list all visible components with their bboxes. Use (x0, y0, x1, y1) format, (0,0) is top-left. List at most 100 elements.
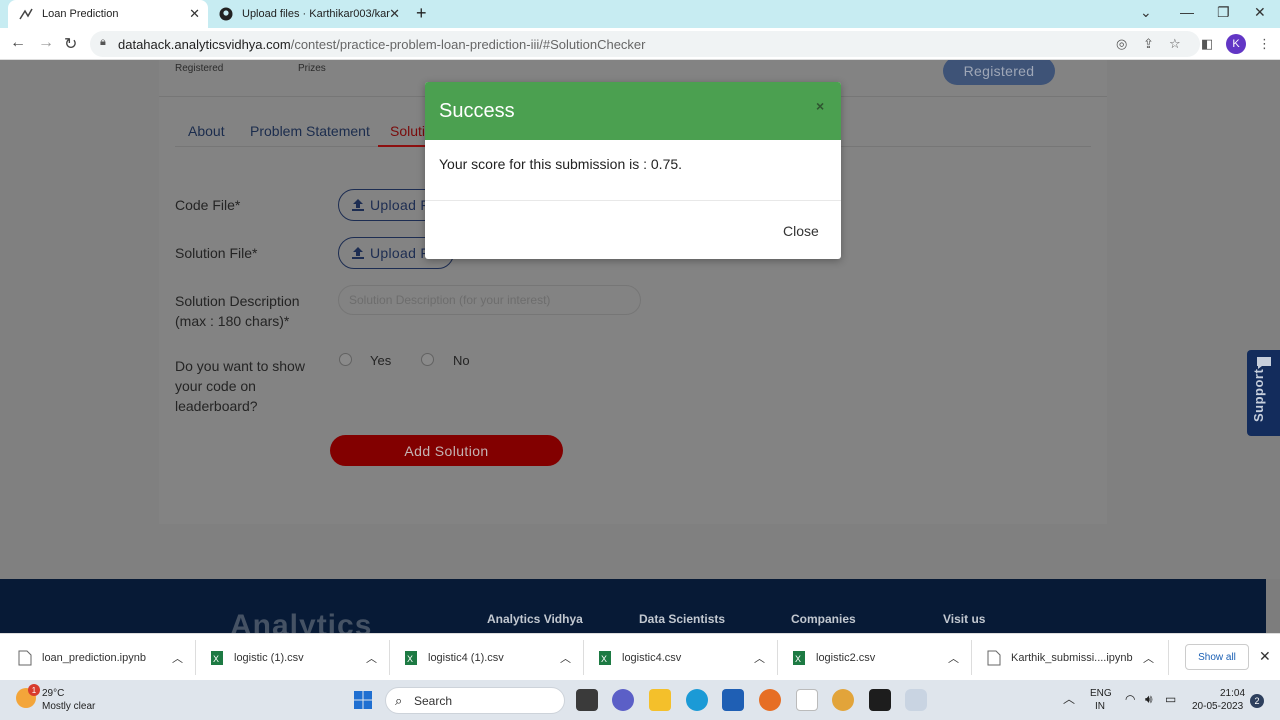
weather-alert-badge: 1 (28, 684, 40, 696)
download-item[interactable]: Karthik_submissi....ipynb (987, 634, 1133, 681)
tab-about[interactable]: About (188, 123, 225, 139)
solution-description-limit-label: (max : 180 chars)* (175, 313, 290, 329)
download-options-chevron-icon[interactable]: ︿ (1143, 634, 1154, 681)
footer-col-data-scientists[interactable]: Data Scientists (639, 612, 725, 626)
amazon-icon[interactable] (796, 689, 818, 711)
taskbar-search-label: Search (414, 693, 453, 708)
divider (971, 640, 972, 675)
divider (777, 640, 778, 675)
minimize-icon[interactable]: — (1180, 4, 1194, 20)
language-indicator[interactable]: ENG (1090, 688, 1112, 699)
radio-no[interactable] (421, 353, 434, 366)
svg-text:X: X (601, 654, 607, 664)
download-options-chevron-icon[interactable]: ︿ (948, 634, 959, 681)
show-code-question-line1: Do you want to show (175, 358, 305, 374)
download-item[interactable]: X logistic4.csv (598, 634, 681, 681)
download-filename: loan_prediction.ipynb (42, 651, 146, 664)
download-item[interactable]: X logistic4 (1).csv (404, 634, 504, 681)
tab-search-chevron-icon[interactable]: ⌄ (1140, 4, 1152, 21)
add-solution-button[interactable]: Add Solution (330, 435, 563, 466)
tab-solution-checker[interactable]: Soluti (390, 123, 425, 139)
modal-close-icon[interactable]: × (816, 98, 824, 114)
downloads-bar: loan_prediction.ipynb ︿ X logistic (1).c… (0, 633, 1280, 680)
microsoft-store-icon[interactable] (722, 689, 744, 711)
analytics-vidhya-favicon-icon (18, 6, 34, 22)
svg-text:X: X (795, 654, 801, 664)
tab-loan-prediction[interactable]: Loan Prediction ✕ (8, 0, 208, 28)
window-close-icon[interactable]: ✕ (1254, 4, 1266, 21)
dropbox-icon[interactable] (869, 689, 891, 711)
footer-col-companies[interactable]: Companies (791, 612, 856, 626)
download-options-chevron-icon[interactable]: ︿ (172, 634, 183, 681)
tab-close-icon[interactable]: ✕ (389, 6, 400, 22)
volume-icon[interactable]: 🔊︎ (1145, 692, 1153, 707)
tracking-eye-icon[interactable]: ◎ (1116, 36, 1127, 52)
scrollbar[interactable] (1266, 579, 1280, 633)
language-region: IN (1095, 701, 1105, 712)
download-options-chevron-icon[interactable]: ︿ (366, 634, 377, 681)
new-tab-icon[interactable]: + (416, 3, 427, 24)
chrome-icon[interactable] (832, 689, 854, 711)
download-item[interactable]: X logistic (1).csv (210, 634, 304, 681)
download-options-chevron-icon[interactable]: ︿ (560, 634, 571, 681)
teams-chat-icon[interactable] (612, 689, 634, 711)
registered-button[interactable]: Registered (943, 60, 1055, 85)
footer-col-analytics-vidhya[interactable]: Analytics Vidhya (487, 612, 583, 626)
windows-taskbar: 1 29°C Mostly clear ⌕ Search ︿ ENG IN ◠ … (0, 680, 1280, 720)
chrome-profile-active-icon[interactable] (905, 689, 927, 711)
wifi-icon[interactable]: ◠ (1125, 692, 1135, 706)
radio-yes-label: Yes (370, 353, 392, 368)
side-panel-icon[interactable]: ◧ (1201, 36, 1213, 52)
url-field[interactable]: 🔒︎ datahack.analyticsvidhya.com/contest/… (90, 31, 1200, 57)
profile-avatar[interactable]: K (1226, 34, 1246, 54)
lang-code: ENG (1090, 688, 1112, 699)
modal-divider (425, 200, 841, 201)
browser-tab-bar: Loan Prediction ✕ Upload files · Karthik… (0, 0, 1280, 28)
footer-col-visit-us[interactable]: Visit us (943, 612, 985, 626)
download-item[interactable]: loan_prediction.ipynb (18, 634, 146, 681)
support-tab[interactable]: Support (1247, 350, 1280, 436)
analytics-vidhya-logo: Analytics (230, 609, 373, 633)
url-path: /contest/practice-problem-loan-predictio… (290, 37, 646, 52)
success-modal: Success × Your score for this submission… (425, 82, 841, 259)
file-icon (18, 650, 32, 665)
windows-start-icon[interactable] (353, 690, 373, 710)
menu-kebab-icon[interactable]: ⋮ (1258, 36, 1271, 52)
share-icon[interactable]: ⇪ (1143, 36, 1154, 52)
reload-icon[interactable]: ↻ (64, 34, 77, 54)
modal-close-button[interactable]: Close (783, 223, 819, 239)
solution-description-input[interactable]: Solution Description (for your interest) (338, 285, 641, 315)
tab-problem-statement[interactable]: Problem Statement (250, 123, 370, 139)
download-options-chevron-icon[interactable]: ︿ (754, 634, 765, 681)
modal-message: Your score for this submission is : 0.75… (439, 156, 683, 172)
divider (1168, 640, 1169, 675)
bookmark-star-icon[interactable]: ☆ (1169, 36, 1181, 52)
url-host: datahack.analyticsvidhya.com (118, 37, 291, 52)
file-explorer-icon[interactable] (649, 689, 671, 711)
firefox-icon[interactable] (759, 689, 781, 711)
tab-close-icon[interactable]: ✕ (189, 6, 200, 22)
taskbar-search[interactable]: ⌕ Search (385, 687, 565, 714)
support-label: Support (1251, 368, 1266, 422)
tab-title: Loan Prediction (42, 8, 119, 20)
back-icon[interactable]: ← (10, 34, 26, 52)
tab-upload-files[interactable]: Upload files · Karthikar003/karth ✕ (208, 0, 408, 28)
edge-browser-icon[interactable] (686, 689, 708, 711)
show-code-question-line2: your code on (175, 378, 256, 394)
battery-icon[interactable]: ▭ (1165, 692, 1176, 706)
clock-date[interactable]: 20-05-2023 (1192, 701, 1243, 712)
tab-title: Upload files · Karthikar003/karth (242, 8, 390, 20)
clock-time[interactable]: 21:04 (1220, 688, 1245, 699)
show-all-downloads-button[interactable]: Show all (1185, 644, 1249, 670)
excel-icon: X (599, 650, 611, 665)
notification-count-badge[interactable]: 2 (1250, 694, 1264, 708)
active-tab-indicator (378, 145, 428, 147)
forward-icon[interactable]: → (38, 34, 54, 52)
downloads-bar-close-icon[interactable]: ✕ (1259, 648, 1271, 665)
maximize-icon[interactable]: ❐ (1217, 4, 1230, 21)
tray-overflow-chevron-icon[interactable]: ︿ (1063, 690, 1075, 707)
download-filename: logistic (1).csv (234, 651, 304, 664)
task-view-icon[interactable] (576, 689, 598, 711)
download-item[interactable]: X logistic2.csv (792, 634, 875, 681)
radio-yes[interactable] (339, 353, 352, 366)
